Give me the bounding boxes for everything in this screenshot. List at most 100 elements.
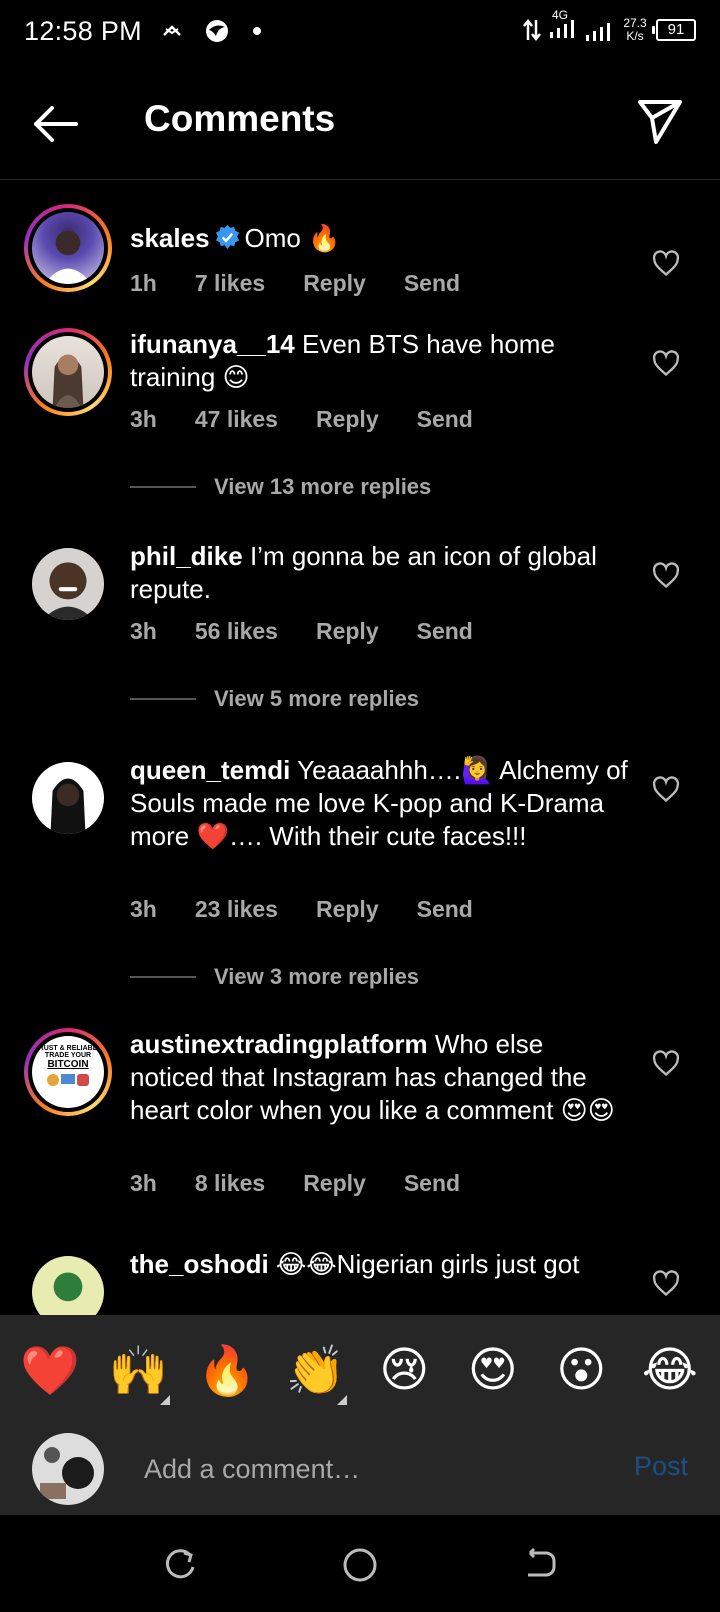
avatar-story-ring[interactable]: TRUST & RELIABLE TRADE YOUR BITCOIN [24,1028,112,1116]
card-icon [77,1074,89,1086]
signal-4g: 4G [548,8,578,45]
send-button[interactable]: Send [417,618,473,645]
avatar-wrap[interactable] [24,540,112,628]
avatar-story-ring[interactable] [24,204,112,292]
send-button[interactable]: Send [404,1170,460,1197]
reply-button[interactable]: Reply [303,270,366,297]
avatar [32,1256,104,1315]
comment-text: skales Omo 🔥 [130,222,630,255]
comment-list[interactable]: skales Omo 🔥 1h 7 likes Reply Send ifunan… [0,182,720,1315]
likes-count[interactable]: 23 likes [195,896,278,923]
like-heart-icon[interactable] [652,1050,680,1078]
avatar-person-icon [32,762,104,834]
back-arrow-icon[interactable] [28,96,84,152]
skin-tone-indicator [336,1394,347,1405]
like-heart-icon[interactable] [652,1270,680,1298]
reply-button[interactable]: Reply [316,618,379,645]
emoji-raised-hands: 🙌 [108,1344,169,1398]
home-icon[interactable] [340,1545,380,1585]
comment-time: 3h [130,896,157,922]
emoji-clap: 👏 [285,1344,346,1398]
comment-meta: 3h 56 likes Reply Send [130,618,511,645]
dot-icon [253,27,261,35]
reply-button[interactable]: Reply [303,1170,366,1197]
avatar-person-icon [52,354,84,408]
emoji-heart-button[interactable]: ❤️ [15,1342,85,1399]
like-heart-icon[interactable] [652,250,680,278]
emoji-surprised-button[interactable]: 😮 [546,1342,616,1398]
avatar: TRUST & RELIABLE TRADE YOUR BITCOIN [32,1036,104,1108]
username[interactable]: ifunanya__14 [130,329,295,359]
download-notification-icon [163,25,181,36]
avatar [32,548,104,620]
view-replies-label[interactable]: View 3 more replies [214,964,419,990]
avatar-person-icon [32,548,104,620]
comment-meta: 1h 7 likes Reply Send [130,270,498,297]
comment-time: 1h [130,270,157,296]
system-nav-bar [0,1515,720,1612]
reply-button[interactable]: Reply [316,406,379,433]
send-button[interactable]: Send [417,406,473,433]
avatar-story-ring[interactable] [24,328,112,416]
view-replies-button[interactable]: View 3 more replies [130,964,419,990]
view-replies-button[interactable]: View 13 more replies [130,474,431,500]
avatar-text-2: TRADE YOUR [44,1052,92,1059]
reply-button[interactable]: Reply [316,896,379,923]
avatar-text-1: TRUST & RELIABLE [34,1045,102,1052]
view-replies-button[interactable]: View 5 more replies [130,686,419,712]
page-title: Comments [144,98,336,139]
emoji-fire-button[interactable]: 🔥 [192,1342,262,1399]
emoji-crying-button[interactable]: 😢 [369,1342,439,1398]
username[interactable]: the_oshodi [130,1249,269,1279]
send-button[interactable]: Send [417,896,473,923]
recent-apps-icon[interactable] [160,1545,200,1585]
avatar-wrap[interactable] [24,1248,112,1315]
skin-tone-indicator [159,1394,170,1405]
status-bar: 12:58 PM 4G 27.3 K/s 91 [0,0,720,66]
post-button[interactable]: Post [634,1451,688,1482]
avatar [32,762,104,834]
likes-count[interactable]: 56 likes [195,618,278,645]
likes-count[interactable]: 47 likes [195,406,278,433]
share-send-icon[interactable] [634,94,686,146]
status-time: 12:58 PM [24,16,142,46]
avatar-coins [32,1074,104,1086]
username[interactable]: skales [130,223,210,253]
data-arrows-icon [523,18,541,41]
avatar [32,336,104,408]
username[interactable]: austinextradingplatform [130,1029,428,1059]
emoji-raised-hands-button[interactable]: 🙌 [104,1342,174,1405]
avatar-person-icon [53,1272,83,1302]
username[interactable]: phil_dike [130,541,243,571]
like-heart-icon[interactable] [652,562,680,590]
view-replies-label[interactable]: View 5 more replies [214,686,419,712]
likes-count[interactable]: 7 likes [195,270,265,297]
comment-text: the_oshodi 😂😂Nigerian girls just got [130,1248,630,1281]
back-icon[interactable] [520,1545,560,1585]
view-replies-label[interactable]: View 13 more replies [214,474,431,500]
avatar [32,212,104,284]
username[interactable]: queen_temdi [130,755,290,785]
emoji-laughing-button[interactable]: 😂 [635,1342,705,1398]
emoji-heart-eyes-button[interactable]: 😍 [458,1342,528,1398]
avatar-wrap[interactable] [24,754,112,842]
comment-text: phil_dike I’m gonna be an icon of global… [130,540,630,606]
net-speed-unit: K/s [626,28,644,43]
avatar-gap: TRUST & RELIABLE TRADE YOUR BITCOIN [28,1032,108,1112]
battery-icon: 91 [652,18,696,41]
avatar-text-3: BITCOIN [47,1059,89,1070]
comment-input[interactable] [144,1447,584,1491]
like-heart-icon[interactable] [652,776,680,804]
verified-badge-icon [215,224,239,250]
own-avatar [32,1433,104,1505]
status-notification-icons [162,18,262,44]
divider-line [130,698,196,700]
send-button[interactable]: Send [404,270,460,297]
avatar-gap [28,332,108,412]
net-speed: 27.3 K/s [620,15,650,43]
net-speed-value: 27.3 [623,15,647,30]
like-heart-icon[interactable] [652,350,680,378]
likes-count[interactable]: 8 likes [195,1170,265,1197]
comment-meta: 3h 47 likes Reply Send [130,406,511,433]
emoji-clap-button[interactable]: 👏 [281,1342,351,1405]
